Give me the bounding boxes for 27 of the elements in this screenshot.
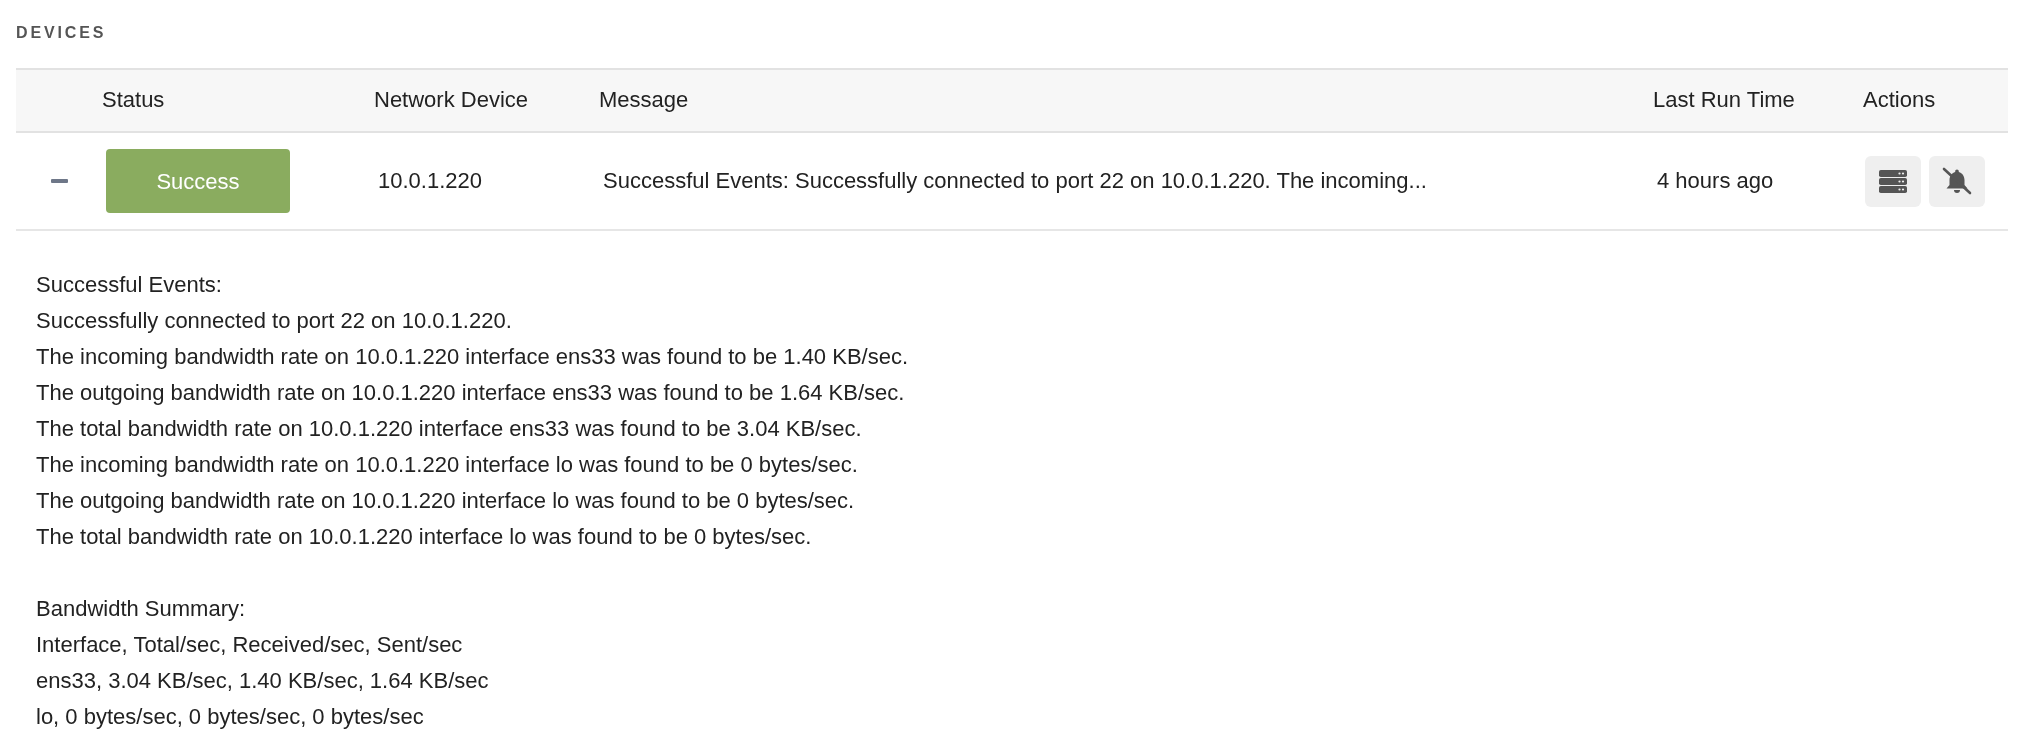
detail-line: The total bandwidth rate on 10.0.1.220 interface lo was found to be 0 bytes/sec. [36, 523, 812, 551]
bell-off-button[interactable] [1929, 155, 1985, 207]
minus-icon[interactable] [50, 179, 68, 183]
detail-line: The total bandwidth rate on 10.0.1.220 interface ens33 was found to be 3.04 KB/sec. [36, 415, 862, 443]
detail-line: The incoming bandwidth rate on 10.0.1.220 interface lo was found to be 0 bytes/sec. [36, 451, 858, 479]
server-button[interactable] [1865, 155, 1921, 207]
detail-line: Successful Events: [36, 271, 222, 299]
bell-slash-icon [1942, 167, 1972, 195]
detail-line: Interface, Total/sec, Received/sec, Sent/sec [36, 631, 463, 659]
table-cell: 4 hours ago [1657, 167, 1774, 193]
detail-line: The incoming bandwidth rate on 10.0.1.220 interface ens33 was found to be 1.40 KB/sec. [36, 343, 909, 371]
detail-line: ens33, 3.04 KB/sec, 1.40 KB/sec, 1.64 KB/sec [36, 667, 489, 695]
status-badge: Success [106, 149, 290, 213]
detail-line: The outgoing bandwidth rate on 10.0.1.220 interface ens33 was found to be 1.64 KB/sec. [36, 379, 905, 407]
table-cell: Successful Events: Successfully connected to port 22 on 10.0.1.220. The incoming... [603, 167, 1427, 193]
detail-line: Bandwidth Summary: [36, 595, 246, 623]
column-header: Network Device [374, 87, 529, 112]
column-header: Last Run Time [1653, 87, 1795, 112]
detail-line: lo, 0 bytes/sec, 0 bytes/sec, 0 bytes/sec [36, 703, 424, 731]
column-header: Message [599, 87, 689, 112]
detail-line: The outgoing bandwidth rate on 10.0.1.220 interface lo was found to be 0 bytes/sec. [36, 487, 855, 515]
column-header: Status [102, 87, 165, 112]
table-cell: 10.0.1.220 [378, 167, 482, 193]
column-header: Actions [1863, 87, 1936, 112]
server-stack-icon [1879, 169, 1907, 193]
detail-line: Successfully connected to port 22 on 10.0.1.220. [36, 307, 512, 335]
section-title: DEVICES [16, 23, 107, 43]
